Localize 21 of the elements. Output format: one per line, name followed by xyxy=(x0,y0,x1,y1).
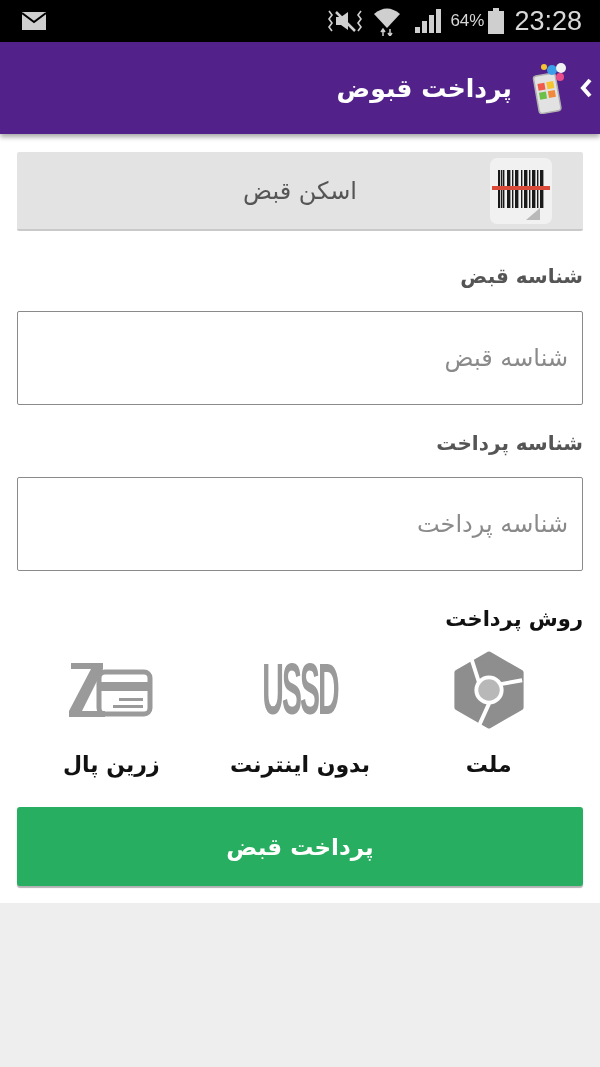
wifi-icon xyxy=(373,6,402,36)
payment-option[interactable]: ملت xyxy=(394,650,583,782)
field-label: شناسه قبض xyxy=(459,263,583,290)
section-title: روش پرداخت xyxy=(444,606,583,633)
signal-icon xyxy=(415,9,443,33)
ussd-logo: USSD xyxy=(262,661,338,719)
field-label: شناسه پرداخت xyxy=(435,430,583,458)
screen-title: پرداخت قبوض xyxy=(336,73,512,103)
phone-app-icon xyxy=(530,62,568,114)
card-logo-icon xyxy=(69,663,154,717)
scan-bill-button[interactable]: اسکن قبض xyxy=(17,152,583,231)
clock-time: 23:28 xyxy=(514,5,582,37)
battery-icon xyxy=(488,8,505,34)
battery-percent: 64% xyxy=(450,11,485,31)
mail-icon xyxy=(22,12,46,30)
payment-option[interactable]: زرین پال xyxy=(17,650,206,782)
input-field[interactable]: شناسه قبض xyxy=(17,311,583,405)
input-field[interactable]: شناسه پرداخت xyxy=(17,477,583,571)
barcode-icon xyxy=(490,157,552,224)
vibrate-mute-icon xyxy=(327,9,364,33)
back-icon[interactable] xyxy=(580,78,592,98)
